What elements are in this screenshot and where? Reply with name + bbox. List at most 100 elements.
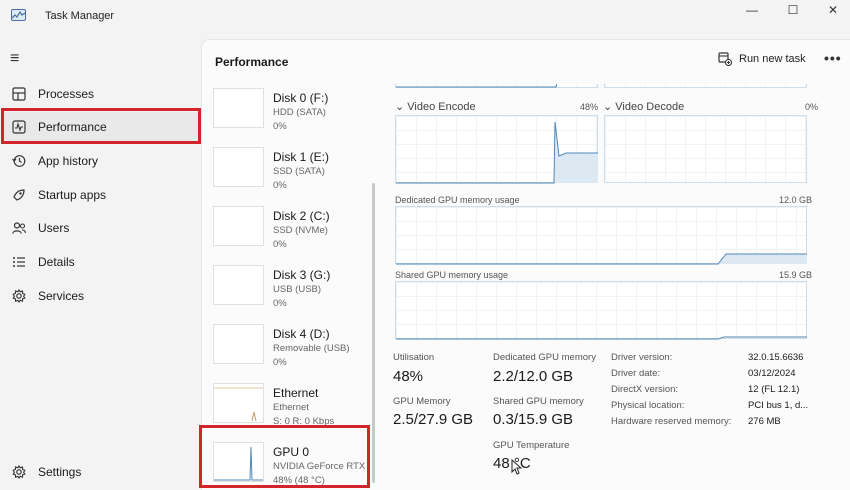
info-key: Hardware reserved memory: [611,416,732,427]
device-item-disk-4[interactable]: Disk 4 (D:) Removable (USB) 0% [202,323,372,381]
device-item-disk-0[interactable]: Disk 0 (F:) HDD (SATA) 0% [202,87,372,145]
nav-item-label: Users [38,221,70,235]
device-list-scrollbar[interactable] [372,183,375,483]
info-value: 276 MB [748,416,781,427]
window-title: Task Manager [45,10,115,22]
nav-item-settings[interactable]: Settings [3,457,199,487]
maximize-button[interactable]: ☐ [775,0,811,20]
device-usage: 0% [273,357,287,368]
shared-memory-line [396,336,807,340]
info-value: 32.0.15.6636 [748,352,804,363]
gpu-3d-line [396,84,558,88]
device-name: GPU 0 [273,445,310,459]
gpu-memory-label: GPU Memory [393,396,451,407]
video-encode-label[interactable]: ⌄ Video Encode [395,100,476,113]
device-thumbnail [213,206,264,246]
more-options-button[interactable]: ••• [824,50,842,66]
nav-item-label: Settings [38,465,82,479]
shared-gpu-memory-label: Shared GPU memory [493,396,584,407]
device-type: SSD (NVMe) [273,225,328,236]
nav-item-processes[interactable]: Processes [3,79,199,109]
device-name: Disk 2 (C:) [273,209,330,223]
info-key: Driver date: [611,368,661,379]
close-button[interactable]: ✕ [815,0,850,20]
device-type: NVIDIA GeForce RTX [273,461,366,472]
users-icon [10,219,28,237]
dedicated-gpu-memory-value: 2.2/12.0 GB [493,368,574,385]
device-name: Disk 1 (E:) [273,150,330,164]
device-thumbnail [213,265,264,305]
device-usage: 0% [273,180,287,191]
nav-item-details[interactable]: Details [3,247,199,277]
device-name: Ethernet [273,386,319,400]
minimize-button[interactable]: — [734,0,770,20]
dedicated-memory-graph [395,206,807,265]
nav-item-label: Performance [38,120,107,134]
device-item-disk-2[interactable]: Disk 2 (C:) SSD (NVMe) 0% [202,205,372,263]
device-usage: 0% [273,121,287,132]
video-encode-value: 48% [580,102,599,112]
nav-item-performance[interactable]: Performance [3,112,199,142]
video-encode-graph [395,115,598,184]
hamburger-menu-icon[interactable]: ≡ [10,51,26,67]
performance-icon [10,118,28,136]
device-usage: 0% [273,298,287,309]
page-title: Performance [215,55,289,69]
nav-item-label: Startup apps [38,188,107,202]
nav-item-label: Processes [38,87,95,101]
nav-item-users[interactable]: Users [3,213,199,243]
device-usage: 0% [273,239,287,250]
video-decode-graph [604,115,807,183]
device-type: USB (USB) [273,284,322,295]
dedicated-memory-line [396,253,807,265]
device-type: Ethernet [273,402,309,413]
nav-item-startup-apps[interactable]: Startup apps [3,180,199,210]
shared-gpu-memory-value: 0.3/15.9 GB [493,411,574,428]
services-icon [10,287,28,305]
nav-item-services[interactable]: Services [3,281,199,311]
shared-memory-label: Shared GPU memory usage [395,270,509,280]
device-usage: 48% (48 °C) [273,475,325,486]
dedicated-memory-label: Dedicated GPU memory usage [395,195,520,205]
run-task-icon [718,52,733,67]
device-name: Disk 3 (G:) [273,268,331,282]
gpu-3d-graph [395,84,598,88]
device-item-disk-1[interactable]: Disk 1 (E:) SSD (SATA) 0% [202,146,372,204]
device-name: Disk 4 (D:) [273,327,330,341]
device-thumbnail [213,324,264,364]
gpu-sparkline [214,446,263,481]
device-item-gpu-0[interactable]: GPU 0 NVIDIA GeForce RTX 48% (48 °C) [202,441,372,490]
processes-icon [10,85,28,103]
startup-apps-icon [10,186,28,204]
info-key: Physical location: [611,400,685,411]
settings-gear-icon [10,463,28,481]
gpu-copy-graph [604,84,807,88]
device-type: SSD (SATA) [273,166,325,177]
info-key: DirectX version: [611,384,679,395]
video-decode-label[interactable]: ⌄ Video Decode [603,100,684,113]
details-icon [10,253,28,271]
main-panel: Performance Run new task ••• Disk 0 (F:)… [201,39,850,490]
gpu-memory-value: 2.5/27.9 GB [393,411,474,428]
device-type: HDD (SATA) [273,107,326,118]
run-new-task-button[interactable]: Run new task [718,52,806,67]
utilisation-label: Utilisation [393,352,435,363]
gpu-temperature-label: GPU Temperature [493,440,570,451]
device-thumbnail [213,442,264,482]
app-history-icon [10,152,28,170]
dedicated-gpu-memory-label: Dedicated GPU memory [493,352,596,363]
mouse-cursor-icon [511,459,522,475]
shared-memory-graph [395,281,807,340]
dedicated-memory-max: 12.0 GB [779,195,813,205]
title-bar: Task Manager — ☐ ✕ [0,0,850,36]
nav-item-label: Services [38,289,85,303]
device-thumbnail [213,88,264,128]
info-value: PCI bus 1, d... [748,400,809,411]
run-new-task-label: Run new task [739,53,806,65]
nav-item-app-history[interactable]: App history [3,146,199,176]
device-item-disk-3[interactable]: Disk 3 (G:) USB (USB) 0% [202,264,372,322]
device-list: Disk 0 (F:) HDD (SATA) 0% Disk 1 (E:) SS… [202,84,372,490]
device-item-ethernet[interactable]: Ethernet Ethernet S: 0 R: 0 Kbps [202,382,372,440]
shared-memory-max: 15.9 GB [779,270,813,280]
nav-item-label: App history [38,154,99,168]
